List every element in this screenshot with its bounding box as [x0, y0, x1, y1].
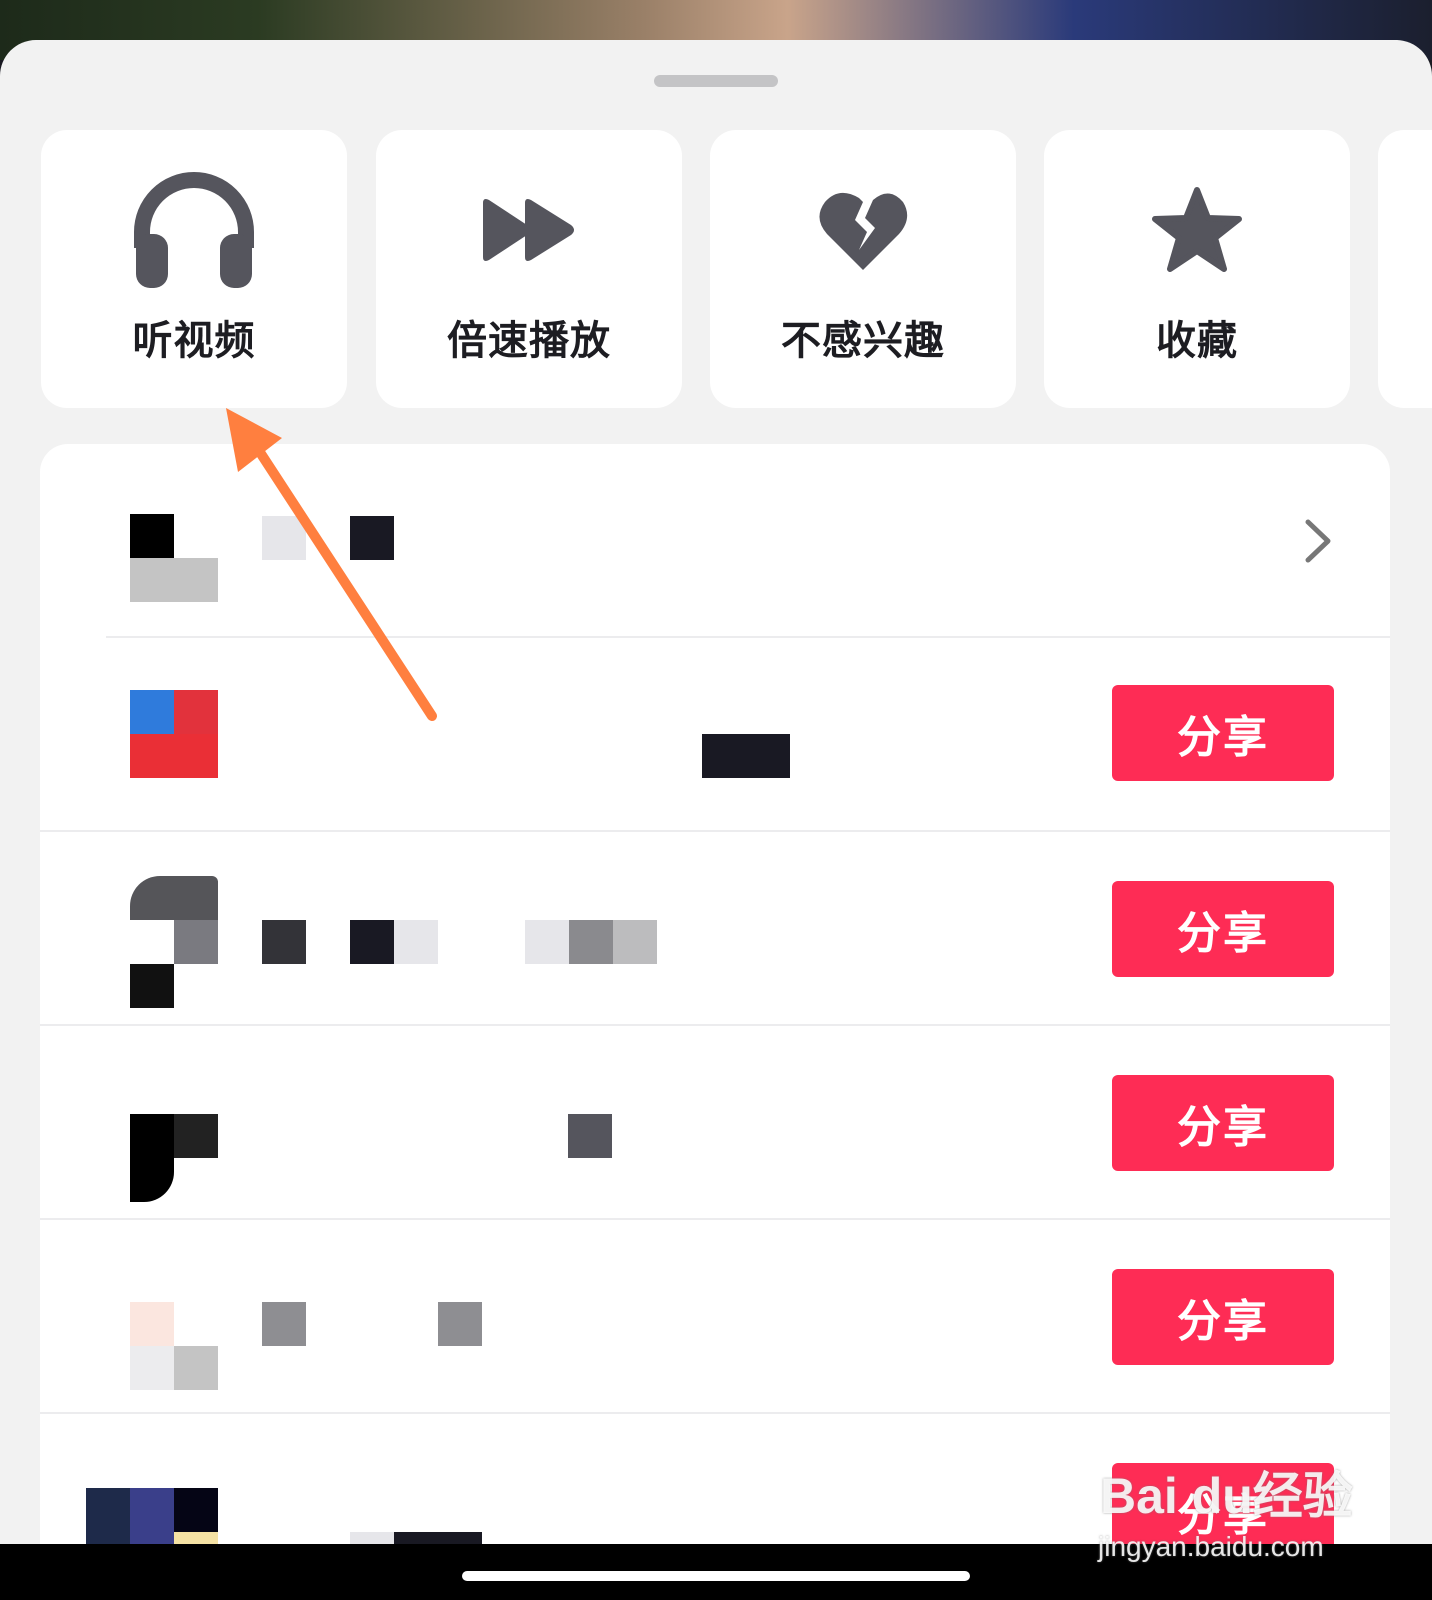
- home-indicator[interactable]: [462, 1571, 970, 1581]
- annotation-arrow: [226, 408, 437, 721]
- watermark-url: jingyan.baidu.com: [1098, 1531, 1324, 1562]
- watermark-logo: Bai du经验: [1100, 1468, 1353, 1524]
- watermark: Bai du经验 jingyan.baidu.com: [1090, 1436, 1390, 1586]
